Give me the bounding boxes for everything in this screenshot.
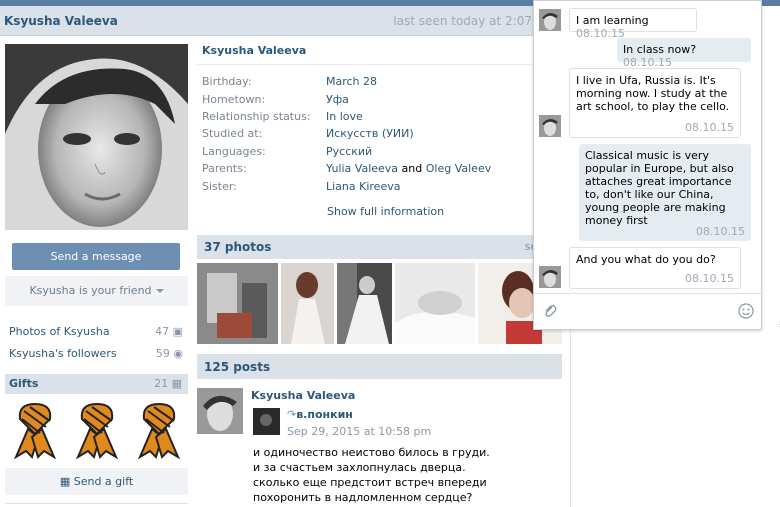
followers-count-wrap: 59 ◉ xyxy=(156,347,183,360)
photo-thumbnail[interactable] xyxy=(197,263,278,344)
chat-message: And you what do you do? 08.10.15 xyxy=(569,247,741,289)
parent-1-link[interactable]: Yulia Valeeva xyxy=(326,162,398,175)
send-gift-button[interactable]: ▦ Send a gift xyxy=(5,468,188,495)
send-gift-label: Send a gift xyxy=(73,475,134,488)
repost-date[interactable]: Sep 29, 2015 at 10:58 pm xyxy=(287,425,431,438)
chat-window: I am learning 08.10.15 In class now? 08.… xyxy=(533,0,762,330)
post-text-line: сколько еще предстоит встреч впереди xyxy=(253,476,487,489)
left-column: Send a message Ksyusha is your friend Ph… xyxy=(0,36,195,507)
post-text-line: и одиночество неистово билось в груди. xyxy=(253,446,490,459)
chat-avatar[interactable] xyxy=(539,266,561,288)
repost-name: в.понкин xyxy=(296,408,353,421)
birthday-value[interactable]: March 28 xyxy=(326,75,377,88)
relationship-label: Relationship status: xyxy=(202,110,311,123)
friend-status-label: Ksyusha is your friend xyxy=(29,284,152,297)
ribbon-icon[interactable] xyxy=(10,399,60,460)
info-name[interactable]: Ksyusha Valeeva xyxy=(202,44,306,57)
send-message-button[interactable]: Send a message xyxy=(12,243,180,270)
message-text: I am learning xyxy=(576,14,649,27)
followers-link[interactable]: Ksyusha's followers 59 ◉ xyxy=(9,347,189,365)
birthday-label: Birthday: xyxy=(202,75,252,88)
photo-thumbnail[interactable] xyxy=(281,263,334,344)
photos-of-link[interactable]: Photos of Ksyusha 47 ▣ xyxy=(9,325,189,343)
repost-avatar[interactable] xyxy=(253,408,280,435)
smiley-icon[interactable] xyxy=(738,303,754,319)
message-time: 08.10.15 xyxy=(685,272,734,285)
photos-of-label: Photos of Ksyusha xyxy=(9,325,110,338)
chat-message: I am learning 08.10.15 xyxy=(569,8,697,40)
sister-value[interactable]: Liana Kireeva xyxy=(326,180,400,193)
gift-icon: ▦ xyxy=(171,377,182,390)
message-text: I live in Ufa, Russia is. It's morning n… xyxy=(576,74,730,113)
photos-header[interactable]: 37 photos see xyxy=(197,235,562,259)
message-time: 08.10.15 xyxy=(696,225,745,238)
show-full-info-link[interactable]: Show full information xyxy=(327,205,444,218)
message-text: And you what do you do? xyxy=(576,253,716,266)
chat-avatar[interactable] xyxy=(539,115,561,137)
sister-label: Sister: xyxy=(202,180,237,193)
ribbon-icon[interactable] xyxy=(134,399,184,460)
followers-icon: ◉ xyxy=(173,347,183,360)
chat-message: Classical music is very popular in Europ… xyxy=(579,144,751,241)
message-text: Classical music is very popular in Europ… xyxy=(585,149,734,227)
hometown-value[interactable]: Уфа xyxy=(326,93,349,106)
posts-header[interactable]: 125 posts xyxy=(197,354,562,379)
languages-value[interactable]: Русский xyxy=(326,145,372,158)
gifts-header[interactable]: Gifts 21 ▦ xyxy=(5,374,188,394)
parent-2-link[interactable]: Oleg Valeev xyxy=(426,162,491,175)
hometown-label: Hometown: xyxy=(202,93,266,106)
post-text: и одиночество неистово билось в груди. и… xyxy=(253,445,553,505)
camera-icon: ▣ xyxy=(172,325,183,338)
parents-label: Parents: xyxy=(202,162,247,175)
divider xyxy=(197,64,562,65)
studied-value[interactable]: Искусств (УИИ) xyxy=(326,127,414,140)
post-text-line: похоронить в надломленном сердце? xyxy=(253,491,473,504)
last-seen: last seen today at 2:07 xyxy=(393,14,532,28)
chat-avatar[interactable] xyxy=(539,9,561,31)
repost-arrow-icon: ↷ xyxy=(287,408,297,421)
gift-icon: ▦ xyxy=(59,475,71,488)
photo-thumbnail[interactable] xyxy=(395,263,475,344)
parents-value: Yulia Valeeva and Oleg Valeev xyxy=(326,162,491,175)
chat-message: In class now? 08.10.15 xyxy=(617,38,751,69)
photos-of-count-wrap: 47 ▣ xyxy=(155,325,183,338)
photos-title: 37 photos xyxy=(204,240,272,254)
studied-label: Studied at: xyxy=(202,127,263,140)
header-name[interactable]: Ksyusha Valeeva xyxy=(4,14,118,28)
profile-photo[interactable] xyxy=(5,44,188,230)
chevron-down-icon xyxy=(155,289,164,293)
gifts-count-wrap: 21 ▦ xyxy=(154,377,182,390)
ribbon-icon[interactable] xyxy=(72,399,122,460)
languages-label: Languages: xyxy=(202,145,266,158)
divider xyxy=(5,503,188,504)
post-author-name[interactable]: Ksyusha Valeeva xyxy=(251,389,355,402)
parents-and: and xyxy=(401,162,423,175)
repost-source[interactable]: ↷в.понкин xyxy=(287,408,353,421)
paperclip-icon[interactable] xyxy=(543,304,557,318)
chat-message: I live in Ufa, Russia is. It's morning n… xyxy=(569,68,741,138)
resize-handle[interactable]: ⋮ xyxy=(776,320,780,329)
gifts-count: 21 xyxy=(154,377,169,390)
posts-title: 125 posts xyxy=(204,360,271,374)
gifts-title: Gifts xyxy=(9,377,39,390)
post-text-line: и за счастьем захлопнулась дверца. xyxy=(253,461,466,474)
followers-label: Ksyusha's followers xyxy=(9,347,117,360)
relationship-value[interactable]: In love xyxy=(326,110,363,123)
photo-thumbnail[interactable] xyxy=(337,263,392,344)
friend-status-dropdown[interactable]: Ksyusha is your friend xyxy=(5,276,188,306)
message-time: 08.10.15 xyxy=(685,121,734,134)
message-text: In class now? xyxy=(623,43,697,56)
post-author-avatar[interactable] xyxy=(197,388,243,434)
profile-header: Ksyusha Valeeva last seen today at 2:07 xyxy=(0,6,570,36)
photos-of-count: 47 xyxy=(155,325,170,338)
followers-count: 59 xyxy=(155,347,170,360)
chat-input[interactable] xyxy=(534,293,761,329)
